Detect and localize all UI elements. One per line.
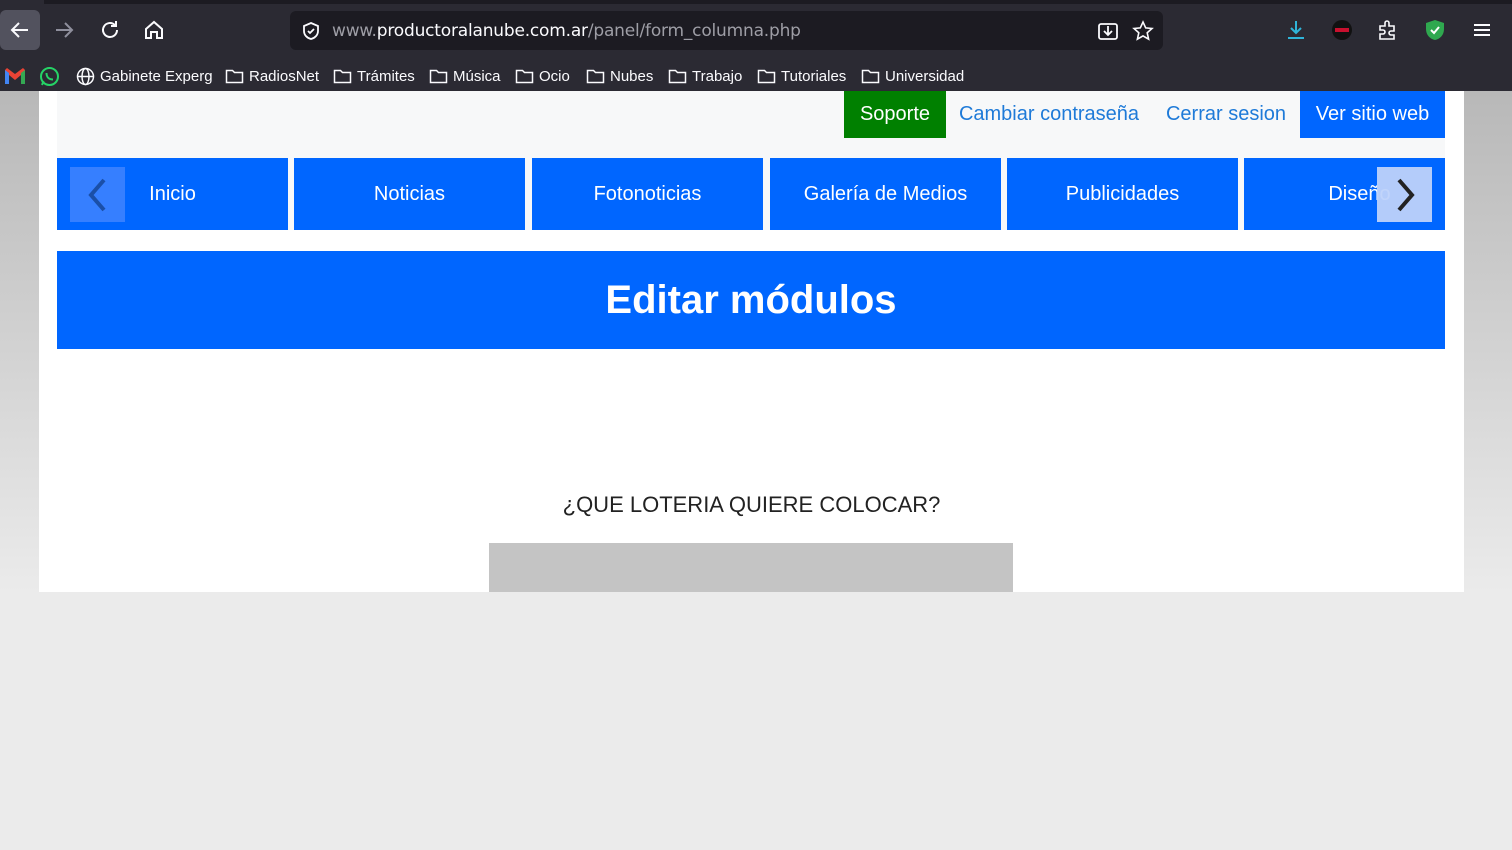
support-link[interactable]: Soporte (844, 91, 946, 138)
folder-icon (225, 69, 244, 83)
tab-strip (44, 0, 1512, 4)
bookmark-label: RadiosNet (249, 67, 320, 85)
browser-toolbar: www.productoralanube.com.ar/panel/form_c… (0, 0, 1512, 60)
menu-icon[interactable] (1471, 19, 1493, 41)
bookmark-label: Tutoriales (781, 67, 847, 85)
bookmark-folder-trabajo[interactable]: Trabajo (668, 63, 742, 89)
lottery-select[interactable] (489, 543, 1013, 592)
carousel-prev-button[interactable] (70, 167, 125, 222)
arrow-right-icon (56, 22, 74, 38)
bookmark-label: Universidad (885, 67, 965, 85)
folder-icon (333, 69, 352, 83)
extension-avatar-icon[interactable] (1331, 19, 1353, 41)
reload-button[interactable] (90, 10, 130, 50)
bookmark-label: Nubes (610, 67, 654, 85)
bookmark-label: Trabajo (692, 67, 743, 85)
bookmark-gabinete-experg[interactable]: Gabinete Experg (76, 63, 213, 89)
bookmarks-bar: Gabinete Experg RadiosNet Trámites Músic… (0, 60, 1512, 91)
bookmark-folder-nubes[interactable]: Nubes (586, 63, 653, 89)
bookmark-label: Ocio (539, 67, 570, 85)
folder-icon (668, 69, 687, 83)
folder-icon (757, 69, 776, 83)
bookmark-whatsapp[interactable] (39, 63, 60, 89)
shield-icon[interactable] (301, 21, 321, 41)
extensions-icon[interactable] (1376, 19, 1398, 41)
globe-icon (76, 67, 95, 85)
nav-tab-fotonoticias[interactable]: Fotonoticias (532, 158, 763, 230)
bookmark-folder-radiosnet[interactable]: RadiosNet (225, 63, 319, 89)
page-title-banner: Editar módulos (57, 251, 1445, 349)
nav-tab-noticias[interactable]: Noticias (294, 158, 525, 230)
bookmark-folder-tutoriales[interactable]: Tutoriales (757, 63, 846, 89)
home-icon (145, 20, 163, 39)
folder-icon (861, 69, 880, 83)
nav-carousel: Inicio Noticias Fotonoticias Galería de … (57, 158, 1445, 230)
url-text: www.productoralanube.com.ar/panel/form_c… (332, 21, 801, 41)
bookmark-folder-musica[interactable]: Música (429, 63, 501, 89)
bookmark-label: Gabinete Experg (100, 67, 213, 85)
bookmark-label: Trámites (357, 67, 415, 85)
address-bar[interactable]: www.productoralanube.com.ar/panel/form_c… (290, 11, 1163, 50)
main-container: Soporte Cambiar contraseña Cerrar sesion… (39, 91, 1464, 592)
arrow-left-icon (10, 22, 28, 38)
bookmark-folder-ocio[interactable]: Ocio (515, 63, 570, 89)
lottery-question: ¿QUE LOTERIA QUIERE COLOCAR? (562, 492, 941, 517)
bookmark-folder-tramites[interactable]: Trámites (333, 63, 415, 89)
whatsapp-icon (40, 66, 59, 86)
shield-extension-icon[interactable] (1424, 19, 1446, 41)
nav-tab-galeria-de-medios[interactable]: Galería de Medios (770, 158, 1001, 230)
bookmark-label: Música (453, 67, 501, 85)
back-button[interactable] (0, 10, 40, 50)
logout-link[interactable]: Cerrar sesion (1152, 91, 1300, 138)
carousel-next-button[interactable] (1377, 167, 1432, 222)
bookmark-folder-universidad[interactable]: Universidad (861, 63, 964, 89)
url-path: /panel/form_columna.php (587, 21, 801, 41)
star-icon[interactable] (1132, 20, 1154, 42)
bookmark-gmail[interactable] (4, 63, 26, 89)
save-to-device-icon[interactable] (1097, 20, 1119, 42)
folder-icon (586, 69, 605, 83)
download-icon[interactable] (1285, 19, 1307, 41)
reload-icon (102, 21, 118, 38)
url-prefix: www. (332, 21, 377, 41)
chevron-right-icon (1396, 178, 1415, 211)
home-button[interactable] (134, 10, 174, 50)
folder-icon (515, 69, 534, 83)
nav-tab-publicidades[interactable]: Publicidades (1007, 158, 1238, 230)
forward-button[interactable] (44, 10, 84, 50)
folder-icon (429, 69, 448, 83)
chevron-left-icon (87, 178, 106, 211)
view-website-link[interactable]: Ver sitio web (1300, 91, 1445, 138)
url-host: productoralanube.com.ar (376, 21, 588, 41)
change-password-link[interactable]: Cambiar contraseña (946, 91, 1152, 138)
gmail-icon (5, 68, 25, 84)
